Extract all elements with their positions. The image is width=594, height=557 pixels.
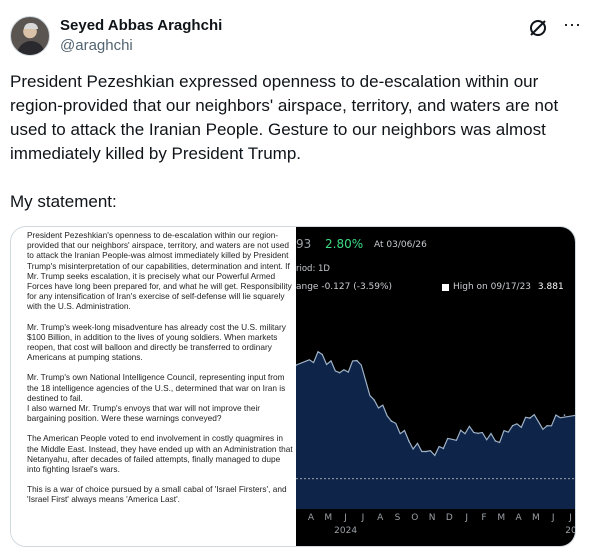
author-display-name[interactable]: Seyed Abbas Araghchi <box>60 17 222 34</box>
chart-point <box>321 353 324 356</box>
chart-x-tick: J <box>361 513 365 523</box>
chart-point <box>356 359 358 362</box>
chart-point <box>546 424 548 427</box>
chart-price: 93 <box>296 237 312 251</box>
author-handle[interactable]: @araghchi <box>60 37 133 54</box>
chart-point <box>459 429 462 432</box>
statement-image: President Pezeshkian's openness to de-es… <box>11 227 296 546</box>
chart-point <box>408 440 410 442</box>
avatar-suit <box>17 41 45 55</box>
chart-point <box>529 417 531 419</box>
chart-point <box>563 414 566 416</box>
tweet-text: President Pezeshkian expressed openness … <box>10 72 559 211</box>
chart-x-tick: J <box>343 513 347 523</box>
chart-svg: A M J J A S O N D J F M A M J J2024 20 <box>296 350 576 536</box>
avatar-hair <box>24 23 38 29</box>
chart-period: riod: 1D <box>296 264 330 274</box>
statement-paragraph: Mr. Trump's week-long misadventure has a… <box>27 321 286 363</box>
chart-panel: A M J J A S O N D J F M A M J J 2024 20 93 2.80% At 03/06… <box>296 227 576 546</box>
chart-point <box>477 432 479 435</box>
chart-point <box>373 399 375 401</box>
chart-point <box>442 447 445 450</box>
chart-change: ange -0.127 (-3.59%) <box>296 282 393 292</box>
chart-x-tick: J <box>464 513 468 523</box>
more-icon[interactable]: ⋯ <box>562 16 582 38</box>
chart-x-tick: A <box>516 513 523 523</box>
chart-x-tick: J <box>568 513 572 523</box>
chart-year-label: 2024 <box>334 526 357 536</box>
chart-high: High on 09/17/23 3.881 <box>453 282 564 292</box>
chart-x-tick: M <box>324 513 332 523</box>
chart-x-tick: D <box>446 513 453 523</box>
grok-icon[interactable] <box>528 18 548 38</box>
chart-change-percent: 2.80% <box>325 237 364 251</box>
avatar[interactable] <box>10 16 50 56</box>
chart-point <box>338 371 341 374</box>
tweet-header: Seyed Abbas Araghchi @araghchi ⋯ <box>10 14 584 60</box>
chart-x-tick: J <box>551 513 555 523</box>
chart-year-label: 20 <box>565 526 576 536</box>
chart-point <box>511 424 514 427</box>
chart-x-tick: M <box>532 513 540 523</box>
chart-x-tick: A <box>308 513 315 523</box>
statement-paragraph: President Pezeshkian's openness to de-es… <box>27 230 292 312</box>
chart-x-tick: N <box>429 513 436 523</box>
chart-area-fill <box>296 351 575 509</box>
tweet-media[interactable]: President Pezeshkian's openness to de-es… <box>10 226 576 547</box>
chart-point <box>494 440 497 442</box>
chart-high-value: 3.881 <box>537 282 564 292</box>
chart-x-tick: S <box>395 513 401 523</box>
chart-point <box>425 450 427 453</box>
high-marker-icon <box>442 284 449 291</box>
chart-as-of: At 03/06/26 <box>374 240 427 250</box>
chart-x-tick: F <box>481 513 486 523</box>
chart-high-label: High on 09/17/23 <box>453 282 532 292</box>
chart-x-tick: M <box>497 513 505 523</box>
statement-paragraph: This is a war of choice pursued by a sma… <box>27 484 287 505</box>
statement-paragraph: The American People voted to end involve… <box>27 433 293 475</box>
chart-point <box>390 420 393 422</box>
statement-paragraph: Mr. Trump's own National Intelligence Co… <box>27 372 286 424</box>
chart-x-tick: A <box>377 513 384 523</box>
chart-x-tick: O <box>411 513 418 523</box>
